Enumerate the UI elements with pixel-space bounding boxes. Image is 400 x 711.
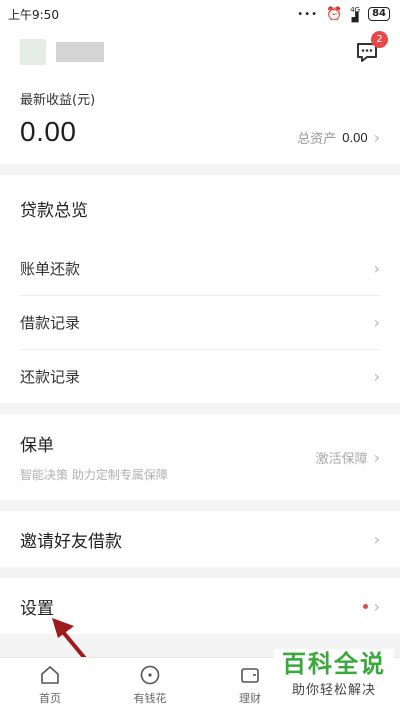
user-info[interactable] [20,39,104,65]
settings-right: › [362,596,380,616]
chevron-right-icon: › [373,447,380,467]
policy-title: 保单 [20,436,54,456]
policy-text: 保单 智能决策 助力定制专属保障 [20,431,168,483]
tab-label: 理财 [239,691,261,705]
tab-label: 首页 [39,691,61,705]
activate-protection-link[interactable]: 激活保障 › [316,448,380,467]
alarm-icon: ⏰ [326,6,343,22]
wallet-icon [241,667,259,683]
watermark-logo: 百科全说 助你轻松解决 [274,649,394,705]
loan-overview-title[interactable]: 贷款总览 [0,175,400,241]
invite-friends-label: 邀请好友借款 [20,531,122,552]
status-icons: ••• ⏰ 4G ▟ 84 [297,6,390,23]
home-icon [41,665,59,684]
list-item-label: 借款记录 [20,314,81,332]
list-item-label: 账单还款 [20,259,81,278]
tab-home[interactable]: 首页 [0,658,100,711]
repayment-records-item[interactable]: 还款记录 › [20,349,380,403]
username-blurred [56,42,104,62]
watermark-title: 百科全说 [282,650,386,678]
chevron-right-icon: › [373,529,380,549]
list-item-label: 还款记录 [20,368,81,386]
chevron-right-icon: › [373,258,380,278]
status-bar: 上午9:50 ••• ⏰ 4G ▟ 84 [0,0,400,28]
earnings-value: 0.00 [20,116,77,147]
status-time: 上午9:50 [8,7,59,22]
activate-protection-label: 激活保障 [315,451,368,467]
earnings-card: 最新收益(元) 0.00 总资产 0.00 › [0,76,400,164]
watermark-subtitle: 助你轻松解决 [291,683,376,698]
policy-item[interactable]: 保单 智能决策 助力定制专属保障 激活保障 › [0,414,400,500]
notification-dot [362,603,368,609]
chevron-right-icon: › [373,128,380,147]
chevron-right-icon: › [373,596,380,616]
tab-label: 有钱花 [133,691,167,705]
total-assets-label: 总资产 [297,132,337,147]
bill-repayment-item[interactable]: 账单还款 › [20,241,380,295]
borrow-records-item[interactable]: 借款记录 › [20,295,380,349]
signal-icon: 4G ▟ [350,6,361,23]
loan-section: 贷款总览 账单还款 › 借款记录 › 还款记录 › [0,175,400,403]
chevron-right-icon: › [373,367,380,386]
earnings-label: 最新收益(元) [20,93,96,108]
more-dots-icon: ••• [297,8,318,20]
avatar[interactable] [20,39,46,65]
tab-youqianhua[interactable]: 有钱花 [100,658,200,711]
battery-indicator: 84 [368,7,390,21]
policy-subtitle: 智能决策 助力定制专属保障 [20,468,168,482]
message-badge: 2 [371,31,388,48]
invite-friends-item[interactable]: 邀请好友借款 › [0,511,400,567]
messages-button[interactable]: 2 [354,31,388,65]
total-assets-link[interactable]: 总资产 0.00 › [297,128,380,147]
profile-header: 2 [0,28,400,76]
total-assets-value: 0.00 [342,130,368,145]
coin-icon [140,665,160,684]
chevron-right-icon: › [373,313,380,332]
